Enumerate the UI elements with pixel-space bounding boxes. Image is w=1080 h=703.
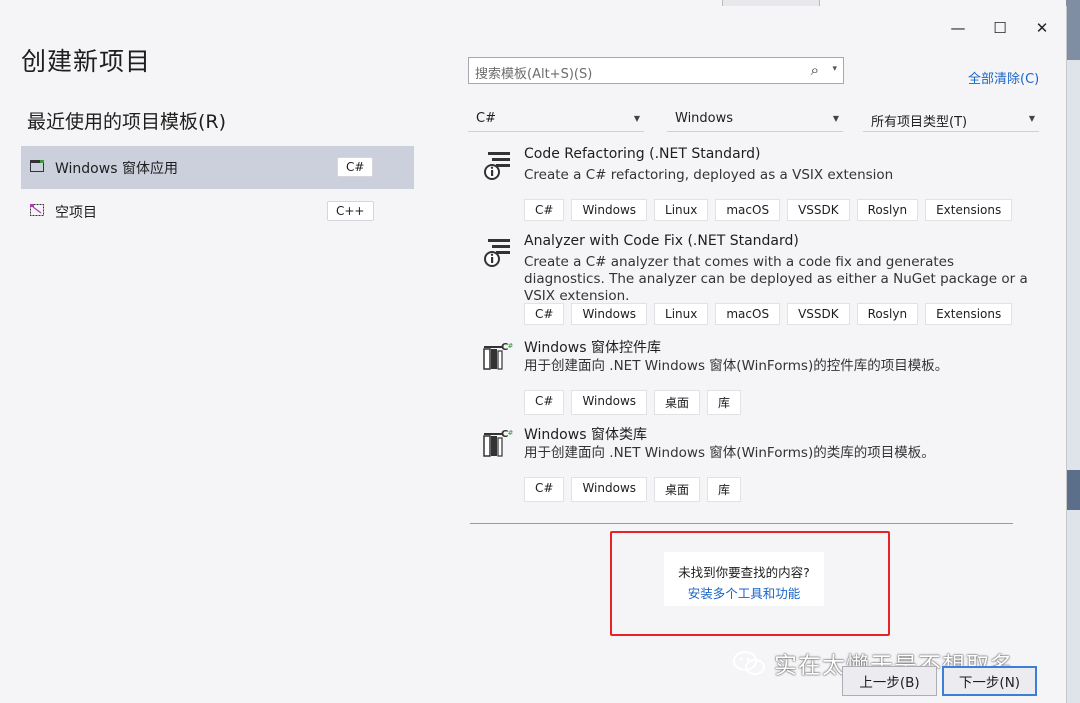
maximize-button[interactable]: ☐: [985, 14, 1015, 42]
chevron-down-icon: ▼: [1028, 114, 1035, 123]
tag: VSSDK: [787, 303, 850, 325]
chevron-down-icon[interactable]: ▾: [832, 64, 837, 74]
template-item-winforms-control-library[interactable]: C # Windows 窗体控件库 用于创建面向 .NET Windows 窗体…: [482, 337, 1042, 417]
recent-templates-heading: 最近使用的项目模板(R): [27, 111, 227, 133]
platform-filter-dropdown[interactable]: Windows ▼: [667, 106, 843, 132]
clear-all-link[interactable]: 全部清除(C): [968, 68, 1039, 87]
tag: C#: [524, 390, 565, 415]
template-description: Create a C# refactoring, deployed as a V…: [524, 167, 894, 183]
tag: 桌面: [654, 390, 701, 415]
template-tags: C# Windows 桌面 库: [524, 390, 742, 415]
tag: Extensions: [925, 199, 1013, 221]
filter-value: 所有项目类型(T): [871, 115, 968, 130]
template-name: Windows 窗体类库: [524, 427, 647, 443]
chevron-down-icon: ▼: [633, 114, 640, 123]
recent-item-label: 空项目: [55, 204, 97, 221]
analyzer-icon: [484, 239, 510, 267]
tag: Linux: [654, 199, 709, 221]
chevron-down-icon: ▼: [832, 114, 839, 123]
tag: C#: [524, 303, 565, 325]
tag: C#: [524, 477, 565, 502]
list-divider: [470, 523, 1013, 524]
search-placeholder: 搜索模板(Alt+S)(S): [475, 67, 593, 82]
template-description: 用于创建面向 .NET Windows 窗体(WinForms)的类库的项目模板…: [524, 445, 935, 461]
template-item-analyzer-code-fix[interactable]: Analyzer with Code Fix (.NET Standard) C…: [482, 233, 1042, 328]
language-badge: C++: [327, 201, 374, 221]
refactoring-icon: [484, 152, 510, 180]
tag: macOS: [715, 303, 781, 325]
template-item-code-refactoring[interactable]: Code Refactoring (.NET Standard) Create …: [482, 146, 1042, 226]
empty-project-icon: [30, 204, 44, 216]
tag: Roslyn: [856, 303, 919, 325]
template-name: Code Refactoring (.NET Standard): [524, 146, 761, 162]
template-tags: C# Windows 桌面 库: [524, 477, 742, 502]
project-type-filter-dropdown[interactable]: 所有项目类型(T) ▼: [863, 106, 1039, 132]
svg-text:#: #: [508, 429, 514, 437]
tag: 库: [707, 390, 742, 415]
template-name: Analyzer with Code Fix (.NET Standard): [524, 233, 799, 249]
tag: VSSDK: [787, 199, 850, 221]
wechat-icon: [733, 651, 765, 675]
tag: Windows: [571, 477, 648, 502]
minimize-button[interactable]: —: [943, 14, 973, 42]
tag: C#: [524, 199, 565, 221]
back-button[interactable]: 上一步(B): [842, 666, 937, 696]
filter-value: C#: [476, 111, 496, 126]
winforms-app-icon: [30, 160, 44, 172]
tag: macOS: [715, 199, 781, 221]
svg-text:#: #: [508, 342, 514, 350]
tag: Linux: [654, 303, 709, 325]
language-filter-dropdown[interactable]: C# ▼: [468, 106, 644, 132]
tag: Windows: [571, 303, 648, 325]
search-icon[interactable]: ⌕: [811, 61, 819, 79]
tag: Windows: [571, 390, 648, 415]
next-button[interactable]: 下一步(N): [942, 666, 1037, 696]
page-title: 创建新项目: [21, 47, 152, 76]
template-name: Windows 窗体控件库: [524, 340, 661, 356]
template-tags: C# Windows Linux macOS VSSDK Roslyn Exte…: [524, 199, 1013, 221]
recent-item-empty-project[interactable]: 空项目 C++: [21, 190, 414, 233]
recent-item-label: Windows 窗体应用: [55, 160, 178, 177]
recent-item-winforms-app[interactable]: Windows 窗体应用 C#: [21, 146, 414, 189]
tag: 桌面: [654, 477, 701, 502]
highlight-annotation-box: [610, 531, 890, 636]
tag: Windows: [571, 199, 648, 221]
template-description: 用于创建面向 .NET Windows 窗体(WinForms)的控件库的项目模…: [524, 358, 949, 374]
tag: 库: [707, 477, 742, 502]
template-search-input[interactable]: 搜索模板(Alt+S)(S) ⌕ ▾: [468, 57, 844, 84]
class-library-icon: C #: [483, 429, 514, 457]
close-button[interactable]: ✕: [1027, 14, 1057, 42]
tag: Roslyn: [856, 199, 919, 221]
control-library-icon: C #: [483, 342, 514, 370]
template-description: Create a C# analyzer that comes with a c…: [524, 254, 1028, 304]
template-tags: C# Windows Linux macOS VSSDK Roslyn Exte…: [524, 303, 1013, 325]
create-project-dialog: — ☐ ✕ 创建新项目 最近使用的项目模板(R) Windows 窗体应用 C#…: [0, 6, 1067, 703]
filter-value: Windows: [675, 111, 734, 126]
background-window-strip: [1066, 0, 1080, 703]
tag: Extensions: [925, 303, 1013, 325]
language-badge: C#: [337, 157, 374, 177]
template-item-winforms-class-library[interactable]: C # Windows 窗体类库 用于创建面向 .NET Windows 窗体(…: [482, 424, 1042, 504]
